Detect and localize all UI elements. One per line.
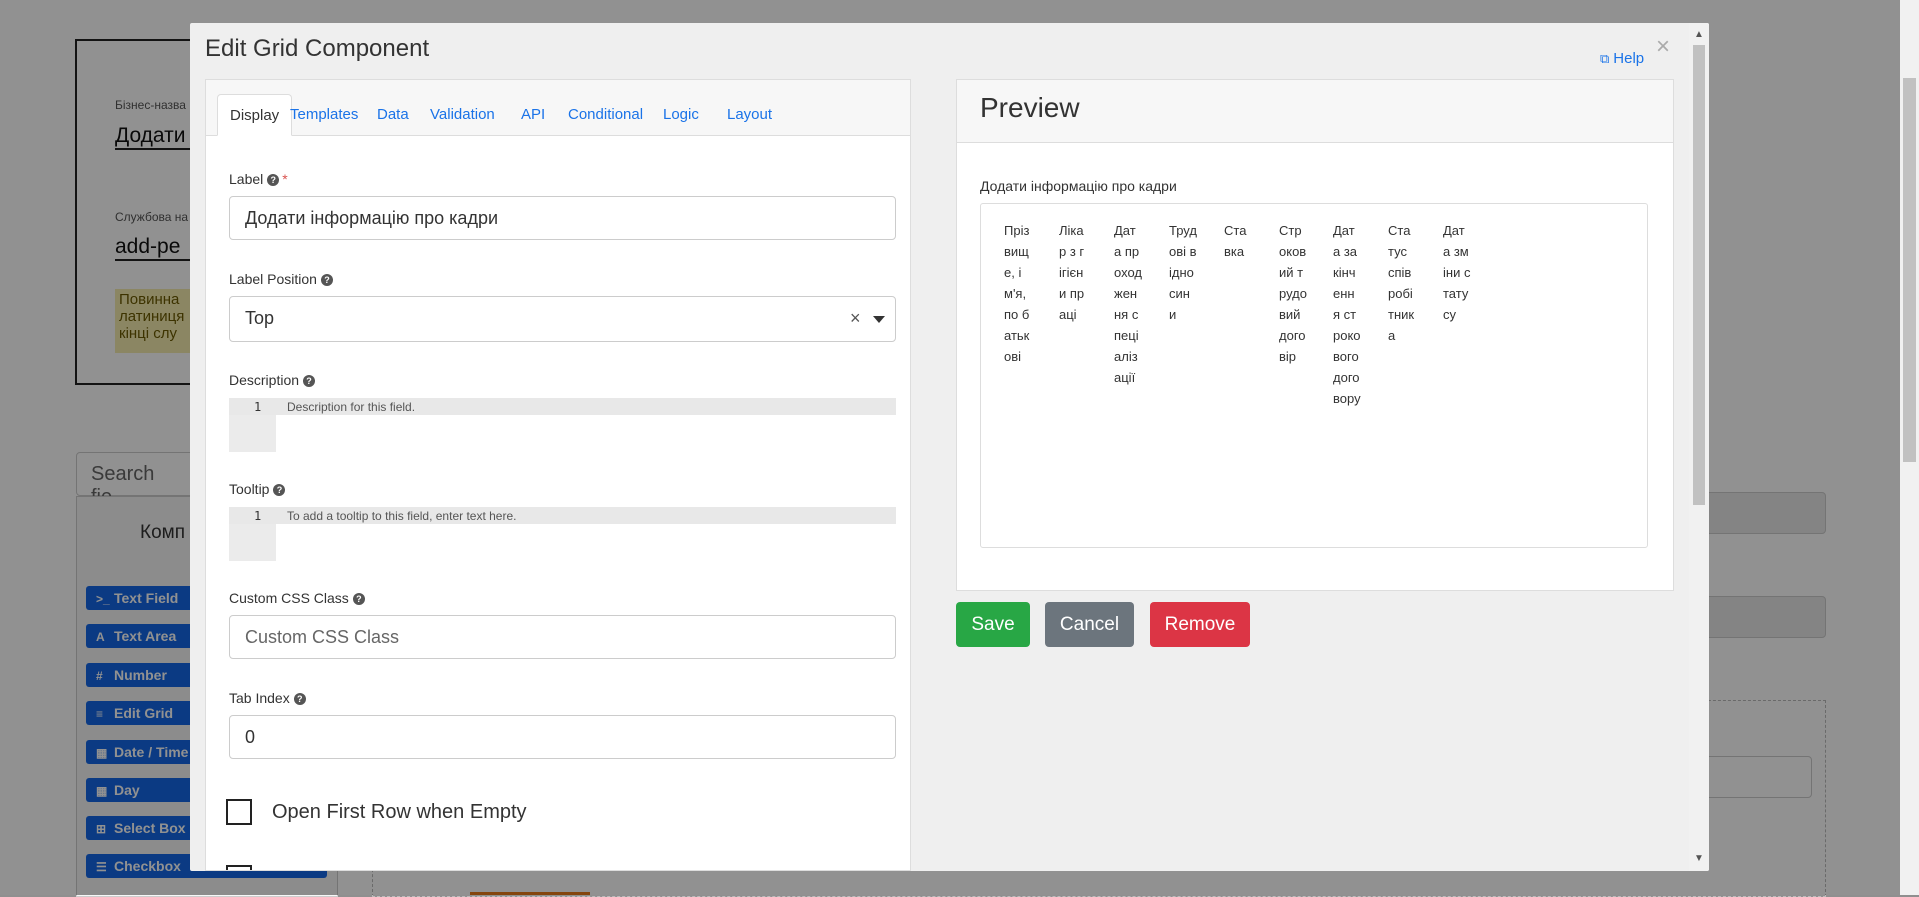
question-icon: ? — [320, 274, 333, 286]
preview-panel: Preview Додати інформацію про кадри Пріз… — [956, 79, 1674, 591]
grid-column-header: Статус співробітника — [1388, 223, 1415, 343]
question-icon: ? — [303, 375, 316, 387]
question-icon: ? — [267, 174, 280, 186]
close-icon[interactable]: × — [1656, 33, 1670, 61]
label-position-select[interactable]: Top × — [229, 296, 896, 342]
next-checkbox[interactable] — [226, 865, 252, 870]
modal-title: Edit Grid Component — [205, 35, 430, 62]
tooltip-placeholder: To add a tooltip to this field, enter te… — [287, 509, 517, 523]
scroll-down-icon[interactable]: ▼ — [1694, 853, 1704, 864]
grid-label: Додати інформацію про кадри — [980, 178, 1177, 194]
settings-tabs: Display Templates Data Validation API Co… — [206, 80, 910, 136]
tab-validation[interactable]: Validation — [418, 94, 507, 135]
scroll-up-icon[interactable]: ▲ — [1694, 29, 1704, 40]
grid-column-header: Дата проходження спеціалізації — [1114, 223, 1142, 385]
line-number: 1 — [254, 400, 262, 414]
chevron-down-icon[interactable] — [873, 316, 885, 323]
grid-column-header: Ставка — [1224, 223, 1247, 259]
open-first-row-label: Open First Row when Empty — [272, 801, 527, 823]
preview-header: Preview — [957, 80, 1673, 143]
custom-css-input[interactable] — [229, 615, 896, 659]
label-position-label: Label Position? — [229, 271, 333, 287]
custom-css-label: Custom CSS Class? — [229, 590, 365, 606]
page-scrollbar-thumb[interactable] — [1903, 78, 1916, 462]
save-button[interactable]: Save — [956, 602, 1030, 647]
grid-column-header: Трудові відносини — [1169, 223, 1197, 322]
preview-title: Preview — [980, 92, 1080, 123]
modal-scrollbar-thumb[interactable] — [1693, 45, 1705, 505]
tooltip-label: Tooltip? — [229, 481, 286, 497]
label-position-value: Top — [245, 308, 275, 328]
clear-icon[interactable]: × — [850, 308, 861, 329]
tooltip-editor[interactable]: 1 To add a tooltip to this field, enter … — [229, 507, 896, 561]
page-scrollbar[interactable] — [1900, 0, 1919, 895]
tab-data[interactable]: Data — [365, 94, 421, 135]
grid-column-header: Прізвище, ім'я, по батькові — [1004, 223, 1030, 364]
tab-api[interactable]: API — [509, 94, 557, 135]
description-placeholder: Description for this field. — [287, 400, 416, 414]
tab-layout[interactable]: Layout — [715, 94, 784, 135]
remove-button[interactable]: Remove — [1150, 602, 1250, 647]
tab-index-label: Tab Index? — [229, 690, 306, 706]
help-link[interactable]: ⧉ Help — [1600, 50, 1644, 67]
tab-index-input[interactable] — [229, 715, 896, 759]
settings-panel: Display Templates Data Validation API Co… — [205, 79, 911, 871]
question-icon: ? — [293, 693, 306, 705]
line-number: 1 — [254, 509, 262, 523]
label-input[interactable] — [229, 196, 896, 240]
edit-grid-modal: Edit Grid Component ⧉ Help × Display Temp… — [190, 23, 1709, 871]
description-editor[interactable]: 1 Description for this field. — [229, 398, 896, 452]
question-icon: ? — [273, 484, 286, 496]
cancel-button[interactable]: Cancel — [1045, 602, 1134, 647]
grid-column-header: Дата зміни статусу — [1443, 223, 1471, 322]
tab-logic[interactable]: Logic — [651, 94, 711, 135]
description-label: Description? — [229, 372, 316, 388]
tab-conditional[interactable]: Conditional — [556, 94, 655, 135]
grid-column-header: Строковий трудовий договір — [1279, 223, 1307, 364]
question-icon: ? — [352, 593, 365, 605]
external-link-icon: ⧉ — [1600, 51, 1610, 66]
grid-column-header: Лікар з гігієни праці — [1059, 223, 1085, 322]
grid-column-header: Дата закінчення строкового договору — [1333, 223, 1361, 406]
edit-grid-preview: Прізвище, ім'я, по батькові Лікар з гігі… — [980, 203, 1648, 548]
label-field-label: Label? * — [229, 171, 288, 187]
tab-templates[interactable]: Templates — [278, 94, 370, 135]
open-first-row-checkbox[interactable] — [226, 799, 252, 825]
modal-scrollbar[interactable]: ▲ ▼ — [1689, 23, 1709, 871]
required-marker: * — [282, 171, 288, 187]
